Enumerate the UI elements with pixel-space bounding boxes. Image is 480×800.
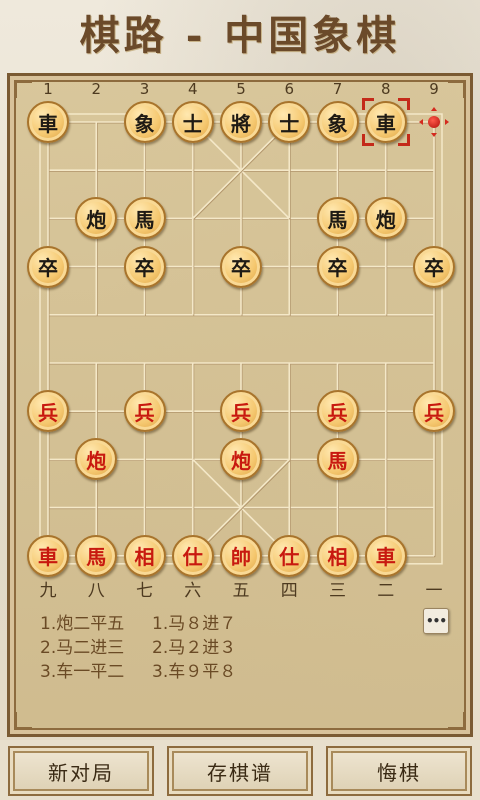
file-label-top: 5	[236, 80, 246, 98]
move-row: 1.炮二平五 1.马８进７	[40, 612, 360, 636]
file-label-bottom: 六	[184, 581, 202, 601]
piece-black[interactable]: 炮	[364, 197, 407, 240]
file-label-bottom: 四	[280, 581, 298, 601]
move-black: 3.车９平８	[152, 662, 237, 682]
file-label-bottom: 三	[329, 581, 346, 601]
piece-black[interactable]: 士	[171, 101, 214, 143]
piece-red[interactable]: 馬	[75, 534, 118, 577]
undo-button[interactable]: 悔棋	[326, 746, 472, 796]
piece-red[interactable]: 仕	[268, 534, 311, 577]
piece-red[interactable]: 兵	[220, 390, 262, 433]
piece-black[interactable]: 卒	[123, 245, 166, 288]
file-label-bottom: 二	[377, 581, 395, 601]
move-red: 3.车一平二	[40, 662, 125, 682]
file-label-top: 2	[91, 80, 102, 98]
file-label-top: 4	[187, 80, 198, 98]
piece-black[interactable]: 將	[220, 101, 262, 143]
piece-black[interactable]: 馬	[316, 197, 359, 240]
file-label-bottom: 一	[425, 581, 443, 601]
move-row: 2.马二进三 2.马２进３	[40, 636, 360, 660]
piece-red[interactable]: 車	[364, 534, 407, 577]
file-label-bottom: 八	[87, 581, 105, 601]
piece-red[interactable]: 兵	[413, 390, 455, 433]
selected-piece-marker	[361, 98, 410, 146]
move-red: 1.炮二平五	[40, 614, 125, 634]
piece-red[interactable]: 兵	[123, 390, 166, 433]
move-red: 2.马二进三	[40, 638, 125, 658]
piece-black[interactable]: 馬	[123, 197, 166, 240]
move-target-marker[interactable]	[419, 107, 449, 137]
file-label-bottom: 七	[136, 581, 153, 601]
move-row: 3.车一平二 3.车９平８	[40, 660, 360, 684]
piece-red[interactable]: 帥	[220, 534, 262, 577]
file-label-top: 6	[284, 80, 295, 98]
move-black: 1.马８进７	[152, 614, 237, 634]
piece-red[interactable]: 馬	[316, 438, 359, 481]
file-label-bottom: 五	[232, 581, 250, 601]
piece-black[interactable]: 士	[268, 101, 311, 143]
file-label-top: 1	[43, 80, 53, 98]
piece-red[interactable]: 仕	[171, 534, 214, 577]
piece-black[interactable]: 象	[316, 101, 359, 143]
piece-black[interactable]: 卒	[220, 245, 262, 288]
piece-black[interactable]: 車	[27, 101, 69, 143]
new-game-button[interactable]: 新对局	[8, 746, 154, 796]
piece-black[interactable]: 象	[123, 101, 166, 143]
piece-red[interactable]: 兵	[316, 390, 359, 433]
move-black: 2.马２进３	[152, 638, 237, 658]
file-label-top: 9	[429, 80, 439, 98]
piece-red[interactable]: 兵	[27, 390, 69, 433]
piece-red[interactable]: 相	[316, 534, 359, 577]
piece-black[interactable]: 卒	[27, 245, 69, 288]
file-label-top: 3	[139, 80, 150, 98]
file-label-top: 8	[380, 80, 391, 98]
file-label-top: 7	[332, 80, 343, 98]
target-dot-icon	[428, 116, 440, 128]
more-moves-button[interactable]: •••	[423, 608, 449, 634]
save-record-button[interactable]: 存棋谱	[167, 746, 313, 796]
piece-red[interactable]: 相	[123, 534, 166, 577]
move-list: 1.炮二平五 1.马８进７ 2.马二进三 2.马２进３ 3.车一平二 3.车９平…	[40, 612, 360, 684]
piece-black[interactable]: 卒	[316, 245, 359, 288]
file-label-bottom: 九	[39, 581, 57, 601]
piece-black[interactable]: 卒	[413, 245, 455, 288]
piece-red[interactable]: 車	[27, 534, 69, 577]
